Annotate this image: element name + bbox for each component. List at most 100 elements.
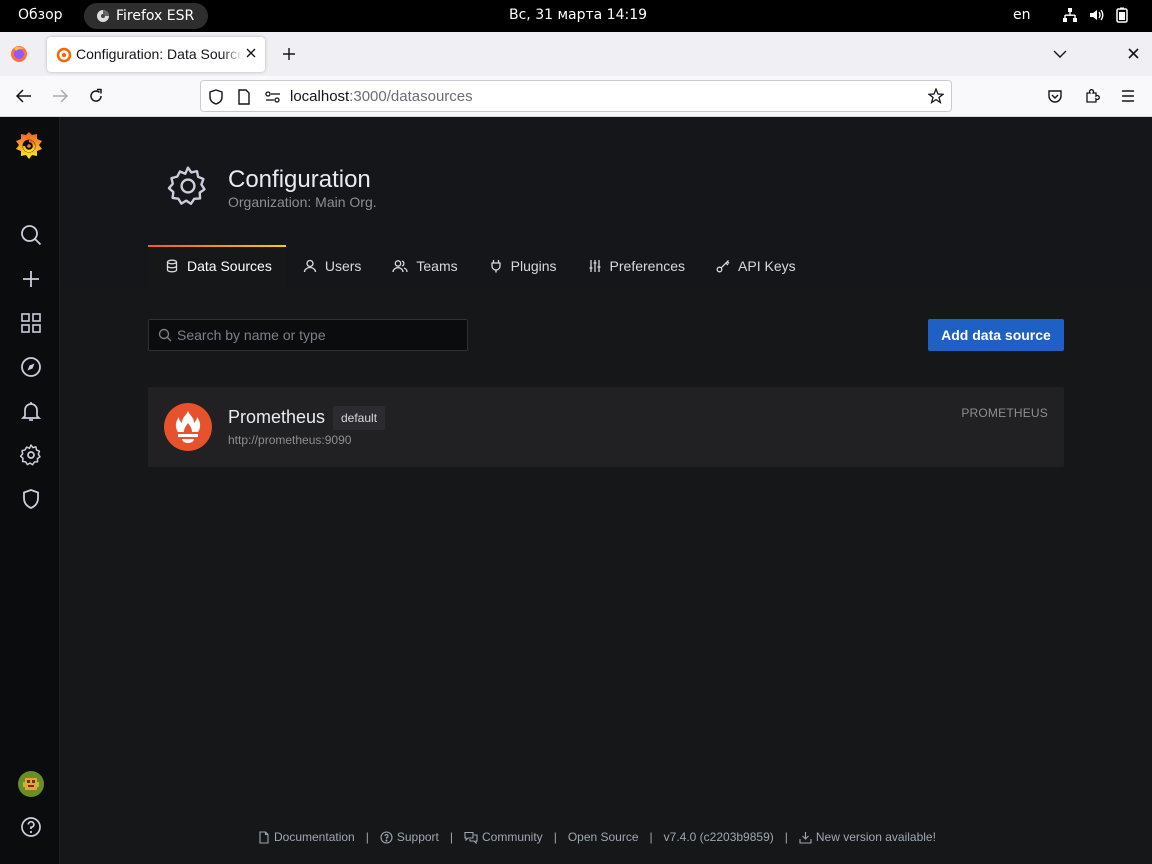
app-menu-button[interactable]: Firefox ESR	[84, 3, 209, 29]
tab-close-icon[interactable]	[245, 47, 257, 59]
app-name: Firefox ESR	[116, 8, 195, 24]
tab-teams[interactable]: Teams	[375, 245, 471, 287]
page-info-icon[interactable]	[237, 89, 251, 105]
footer-open-source-link[interactable]: Open Source	[568, 830, 639, 844]
clock[interactable]: Вс, 31 марта 14:19	[509, 7, 647, 23]
datasource-card-prometheus[interactable]: Prometheus default http://prometheus:909…	[148, 387, 1064, 467]
menu-hamburger-icon[interactable]	[1120, 88, 1136, 104]
footer-version-label: v7.4.0 (c2203b9859)	[663, 830, 774, 844]
question-circle-icon	[380, 830, 393, 844]
tab-label: Data Sources	[187, 258, 272, 274]
download-icon	[799, 831, 812, 844]
footer-community-label: Community	[482, 830, 543, 844]
datasource-type: PROMETHEUS	[961, 406, 1048, 420]
dashboards-icon[interactable]	[19, 311, 43, 335]
tab-label: Preferences	[609, 258, 686, 274]
network-icon	[1062, 7, 1078, 23]
extensions-icon[interactable]	[1084, 88, 1100, 104]
back-arrow-icon[interactable]	[15, 88, 33, 104]
explore-icon[interactable]	[19, 355, 43, 379]
reload-icon[interactable]	[88, 88, 104, 104]
footer-separator: |	[784, 830, 788, 844]
alerting-bell-icon[interactable]	[19, 399, 43, 423]
firefox-view-icon[interactable]	[10, 45, 28, 63]
footer-separator: |	[649, 830, 653, 844]
system-tray[interactable]	[1062, 7, 1128, 23]
search-field-icon	[158, 328, 172, 342]
tab-label: Plugins	[510, 258, 557, 274]
help-question-icon[interactable]	[19, 815, 43, 839]
footer-new-version-label: New version available!	[815, 830, 936, 844]
user-icon	[303, 259, 317, 273]
footer-version: v7.4.0 (c2203b9859)	[664, 830, 774, 844]
battery-icon	[1116, 7, 1128, 23]
sliders-icon	[588, 259, 602, 273]
database-icon	[165, 259, 179, 273]
browser-tab-active[interactable]: Configuration: Data Sources - Grafana	[47, 37, 265, 72]
side-menu	[0, 117, 60, 864]
datasource-search-field[interactable]	[148, 319, 468, 351]
comments-icon	[464, 831, 478, 844]
page-subtitle: Organization: Main Org.	[228, 194, 377, 210]
firefox-app-icon	[96, 9, 110, 23]
url-path: :3000/datasources	[349, 88, 473, 105]
footer-new-version-link[interactable]: New version available!	[799, 830, 936, 844]
footer-documentation-link[interactable]: Documentation	[258, 830, 355, 844]
page-title: Configuration	[228, 166, 371, 193]
user-avatar[interactable]	[18, 771, 44, 797]
url-text[interactable]: localhost:3000/datasources	[290, 88, 473, 105]
footer-open-source-label: Open Source	[567, 830, 639, 844]
document-icon	[258, 830, 270, 844]
footer-separator: |	[553, 830, 557, 844]
datasource-name: Prometheus	[228, 407, 326, 427]
users-icon	[392, 259, 409, 273]
server-admin-shield-icon[interactable]	[19, 487, 43, 511]
page-header-gear-icon	[166, 164, 210, 208]
plug-icon	[489, 259, 503, 273]
keyboard-layout-indicator[interactable]: en	[1013, 7, 1031, 23]
tab-plugins[interactable]: Plugins	[472, 245, 571, 287]
tab-users[interactable]: Users	[286, 245, 376, 287]
grafana-logo-icon[interactable]	[14, 129, 44, 161]
grafana-favicon-icon	[56, 47, 72, 63]
new-tab-icon[interactable]	[282, 47, 296, 61]
url-host: localhost	[290, 88, 350, 105]
search-input[interactable]	[177, 320, 462, 350]
grafana-app: Configuration Organization: Main Org. Da…	[0, 117, 1152, 864]
forward-arrow-icon[interactable]	[51, 88, 69, 104]
tab-label: Users	[324, 258, 362, 274]
tab-title: Configuration: Data Sources - Grafana	[76, 46, 242, 62]
footer: Documentation | Support | Community | Op…	[258, 830, 936, 844]
footer-documentation-label: Documentation	[274, 830, 355, 844]
url-bar[interactable]: localhost:3000/datasources	[200, 80, 952, 112]
search-icon[interactable]	[19, 223, 43, 247]
bookmark-star-icon[interactable]	[928, 88, 944, 104]
tab-preferences[interactable]: Preferences	[571, 245, 699, 287]
prometheus-logo-icon	[164, 403, 212, 451]
tab-label: API Keys	[738, 258, 796, 274]
tab-data-sources[interactable]: Data Sources	[148, 245, 286, 287]
window-close-icon[interactable]	[1128, 48, 1139, 59]
tab-label: Teams	[416, 258, 458, 274]
tab-api-keys[interactable]: API Keys	[699, 245, 810, 287]
key-icon	[716, 259, 730, 273]
footer-separator: |	[365, 830, 369, 844]
browser-nav-bar: localhost:3000/datasources	[0, 76, 1152, 117]
footer-support-link[interactable]: Support	[380, 830, 439, 844]
tracking-protection-shield-icon[interactable]	[208, 89, 224, 105]
configuration-gear-icon[interactable]	[19, 443, 43, 467]
permissions-icon[interactable]	[264, 89, 282, 105]
plus-icon[interactable]	[19, 267, 43, 291]
add-data-source-button[interactable]: Add data source	[928, 319, 1064, 351]
footer-separator: |	[449, 830, 453, 844]
page-header: Configuration Organization: Main Org. Da…	[61, 117, 1152, 287]
footer-community-link[interactable]: Community	[464, 830, 543, 844]
pocket-icon[interactable]	[1047, 88, 1063, 104]
browser-tab-strip: Configuration: Data Sources - Grafana	[0, 32, 1152, 76]
datasource-url: http://prometheus:9090	[228, 433, 352, 447]
config-tabs: Data Sources Users Teams Plugins Prefere…	[148, 245, 810, 287]
activities-button[interactable]: Обзор	[18, 7, 63, 23]
volume-icon	[1089, 7, 1105, 23]
list-all-tabs-icon[interactable]	[1053, 49, 1067, 59]
default-badge: default	[333, 406, 386, 430]
